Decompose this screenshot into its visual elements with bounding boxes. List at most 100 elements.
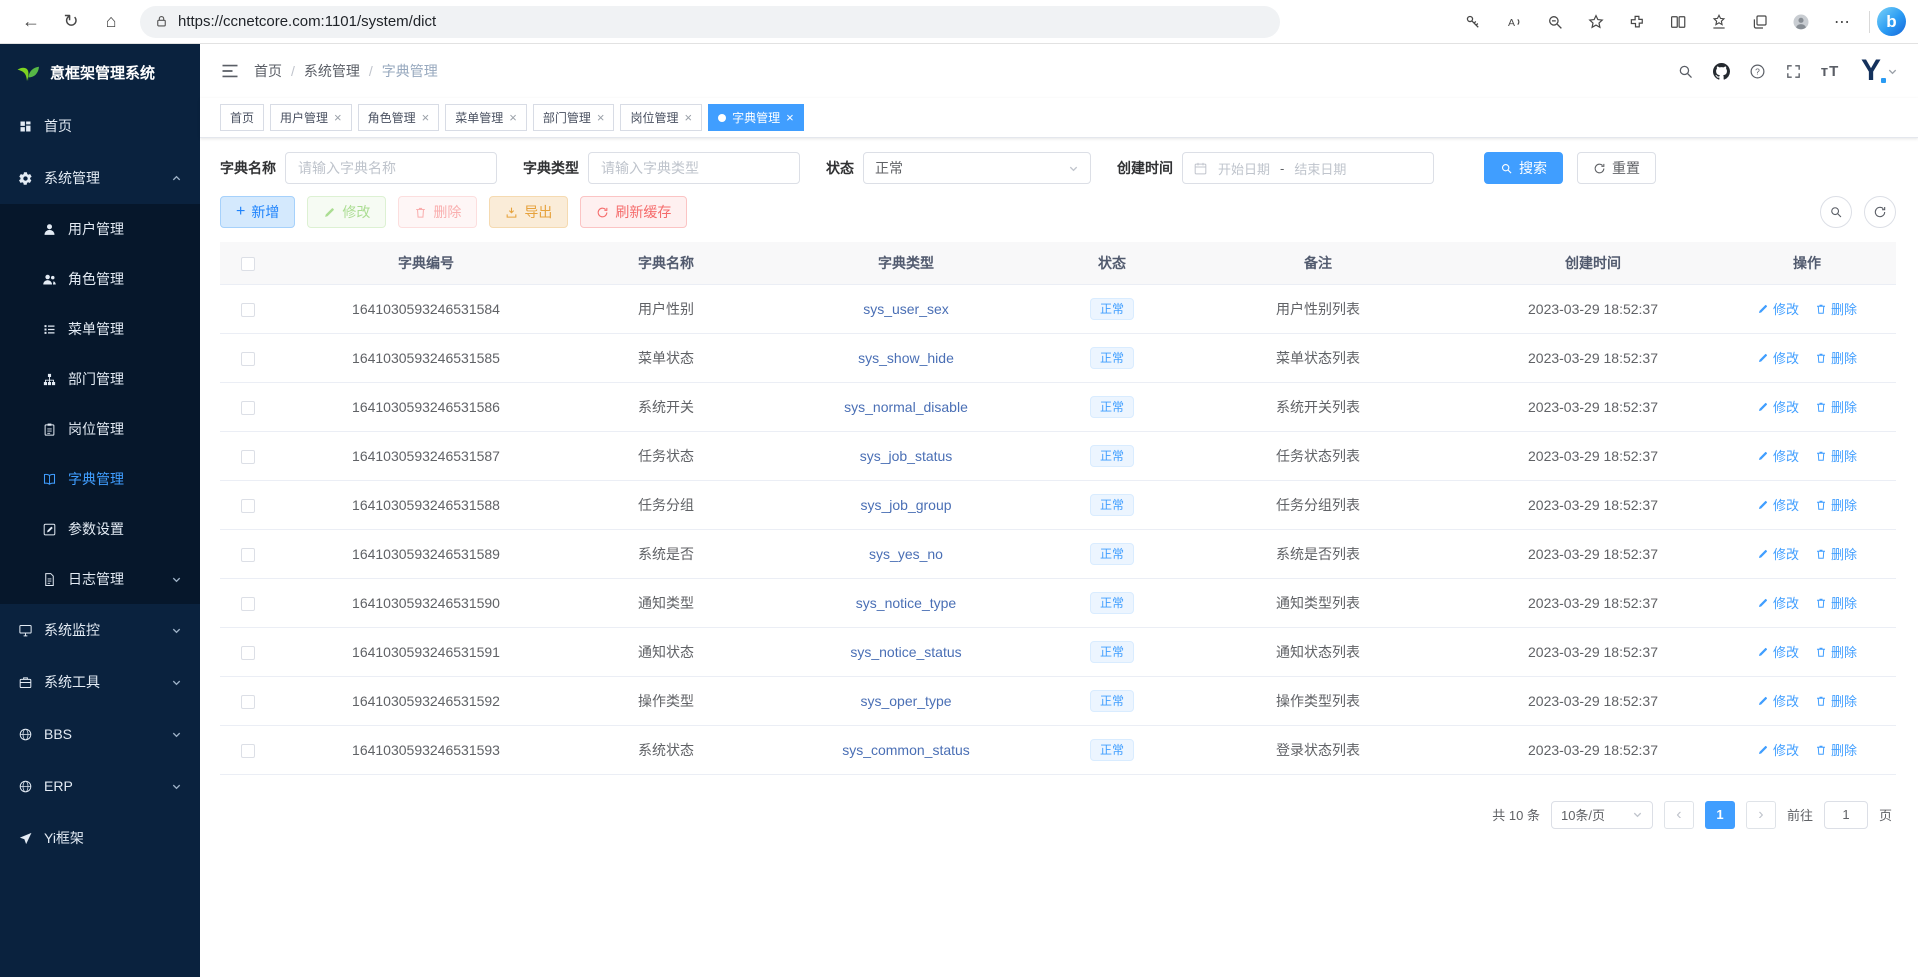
close-icon[interactable]: ×: [684, 111, 692, 124]
close-icon[interactable]: ×: [334, 111, 342, 124]
sidebar-item-erp[interactable]: ERP: [0, 760, 200, 812]
browser-refresh-button[interactable]: ↻: [52, 4, 90, 40]
edit-row-link[interactable]: 修改: [1757, 299, 1799, 318]
select-all-checkbox[interactable]: [241, 257, 255, 271]
toggle-search-button[interactable]: [1820, 196, 1852, 228]
prev-page-button[interactable]: ‹: [1664, 801, 1694, 829]
date-range-picker[interactable]: 开始日期 - 结束日期: [1182, 152, 1434, 184]
dict-type-link[interactable]: sys_notice_status: [850, 644, 961, 660]
edit-row-link[interactable]: 修改: [1757, 544, 1799, 563]
edit-row-link[interactable]: 修改: [1757, 740, 1799, 759]
key-icon[interactable]: [1453, 5, 1493, 39]
favorites-bar-icon[interactable]: [1699, 5, 1739, 39]
delete-row-link[interactable]: 删除: [1815, 397, 1857, 416]
delete-row-link[interactable]: 删除: [1815, 495, 1857, 514]
more-icon[interactable]: ⋯: [1822, 5, 1862, 39]
page-size-select[interactable]: 10条/页: [1551, 801, 1653, 829]
collections-icon[interactable]: [1740, 5, 1780, 39]
row-checkbox[interactable]: [241, 646, 255, 660]
dict-type-link[interactable]: sys_show_hide: [858, 350, 954, 366]
close-icon[interactable]: ×: [509, 111, 517, 124]
tab-role-management[interactable]: 角色管理 ×: [358, 104, 440, 131]
tab-dictionary-management[interactable]: 字典管理 ×: [708, 104, 804, 131]
delete-row-link[interactable]: 删除: [1815, 299, 1857, 318]
dict-type-input[interactable]: [588, 152, 800, 184]
sidebar-item-logs[interactable]: 日志管理: [0, 554, 200, 604]
sidebar-item-departments[interactable]: 部门管理: [0, 354, 200, 404]
row-checkbox[interactable]: [241, 499, 255, 513]
delete-row-link[interactable]: 删除: [1815, 544, 1857, 563]
edit-row-link[interactable]: 修改: [1757, 446, 1799, 465]
sidebar-item-bbs[interactable]: BBS: [0, 708, 200, 760]
sidebar-item-monitoring[interactable]: 系统监控: [0, 604, 200, 656]
delete-row-link[interactable]: 删除: [1815, 593, 1857, 612]
browser-home-button[interactable]: ⌂: [92, 4, 130, 40]
row-checkbox[interactable]: [241, 450, 255, 464]
reset-button[interactable]: 重置: [1577, 152, 1656, 184]
refresh-cache-button[interactable]: 刷新缓存: [580, 196, 687, 228]
export-button[interactable]: 导出: [489, 196, 568, 228]
sidebar-item-yi-framework[interactable]: Yi框架: [0, 812, 200, 864]
row-checkbox[interactable]: [241, 695, 255, 709]
sidebar-item-system[interactable]: 系统管理: [0, 152, 200, 204]
row-checkbox[interactable]: [241, 303, 255, 317]
breadcrumb-home[interactable]: 首页: [254, 61, 282, 81]
dict-type-link[interactable]: sys_job_status: [860, 448, 953, 464]
read-aloud-icon[interactable]: A: [1494, 5, 1534, 39]
row-checkbox[interactable]: [241, 352, 255, 366]
tab-department-management[interactable]: 部门管理 ×: [533, 104, 615, 131]
close-icon[interactable]: ×: [597, 111, 605, 124]
dict-type-link[interactable]: sys_yes_no: [869, 546, 943, 562]
edit-row-link[interactable]: 修改: [1757, 397, 1799, 416]
tab-user-management[interactable]: 用户管理 ×: [270, 104, 352, 131]
delete-row-link[interactable]: 删除: [1815, 740, 1857, 759]
delete-button[interactable]: 删除: [398, 196, 477, 228]
browser-back-button[interactable]: ←: [12, 4, 50, 40]
tab-menu-management[interactable]: 菜单管理 ×: [445, 104, 527, 131]
row-checkbox[interactable]: [241, 597, 255, 611]
edit-row-link[interactable]: 修改: [1757, 495, 1799, 514]
row-checkbox[interactable]: [241, 401, 255, 415]
delete-row-link[interactable]: 删除: [1815, 348, 1857, 367]
edit-row-link[interactable]: 修改: [1757, 642, 1799, 661]
sidebar-item-dictionary[interactable]: 字典管理: [0, 454, 200, 504]
sidebar-item-home[interactable]: 首页: [0, 100, 200, 152]
github-icon[interactable]: [1707, 56, 1737, 86]
status-select[interactable]: 正常: [863, 152, 1091, 184]
tab-post-management[interactable]: 岗位管理 ×: [620, 104, 702, 131]
sidebar-item-users[interactable]: 用户管理: [0, 204, 200, 254]
close-icon[interactable]: ×: [422, 111, 430, 124]
dict-type-link[interactable]: sys_common_status: [842, 742, 970, 758]
delete-row-link[interactable]: 删除: [1815, 642, 1857, 661]
font-size-icon[interactable]: тT: [1815, 56, 1845, 86]
dict-type-link[interactable]: sys_user_sex: [863, 301, 949, 317]
favorites-add-icon[interactable]: [1576, 5, 1616, 39]
next-page-button[interactable]: ›: [1746, 801, 1776, 829]
delete-row-link[interactable]: 删除: [1815, 446, 1857, 465]
edit-row-link[interactable]: 修改: [1757, 593, 1799, 612]
sidebar-item-posts[interactable]: 岗位管理: [0, 404, 200, 454]
row-checkbox[interactable]: [241, 744, 255, 758]
sidebar-item-menus[interactable]: 菜单管理: [0, 304, 200, 354]
search-button[interactable]: 搜索: [1484, 152, 1563, 184]
sidebar-item-tools[interactable]: 系统工具: [0, 656, 200, 708]
zoom-icon[interactable]: [1535, 5, 1575, 39]
dict-type-link[interactable]: sys_oper_type: [860, 693, 951, 709]
bing-icon[interactable]: b: [1877, 7, 1906, 36]
dict-name-input[interactable]: [285, 152, 497, 184]
sidebar-item-parameters[interactable]: 参数设置: [0, 504, 200, 554]
edit-row-link[interactable]: 修改: [1757, 691, 1799, 710]
dict-type-link[interactable]: sys_job_group: [860, 497, 951, 513]
browser-address-bar[interactable]: https://ccnetcore.com:1101/system/dict: [140, 6, 1280, 38]
extensions-icon[interactable]: [1617, 5, 1657, 39]
help-icon[interactable]: ?: [1743, 56, 1773, 86]
browser-profile-avatar[interactable]: [1781, 5, 1821, 39]
refresh-table-button[interactable]: [1864, 196, 1896, 228]
header-search-icon[interactable]: [1671, 56, 1701, 86]
split-screen-icon[interactable]: [1658, 5, 1698, 39]
goto-page-input[interactable]: [1824, 801, 1868, 829]
delete-row-link[interactable]: 删除: [1815, 691, 1857, 710]
dict-type-link[interactable]: sys_normal_disable: [844, 399, 968, 415]
edit-button[interactable]: 修改: [307, 196, 386, 228]
fullscreen-icon[interactable]: [1779, 56, 1809, 86]
